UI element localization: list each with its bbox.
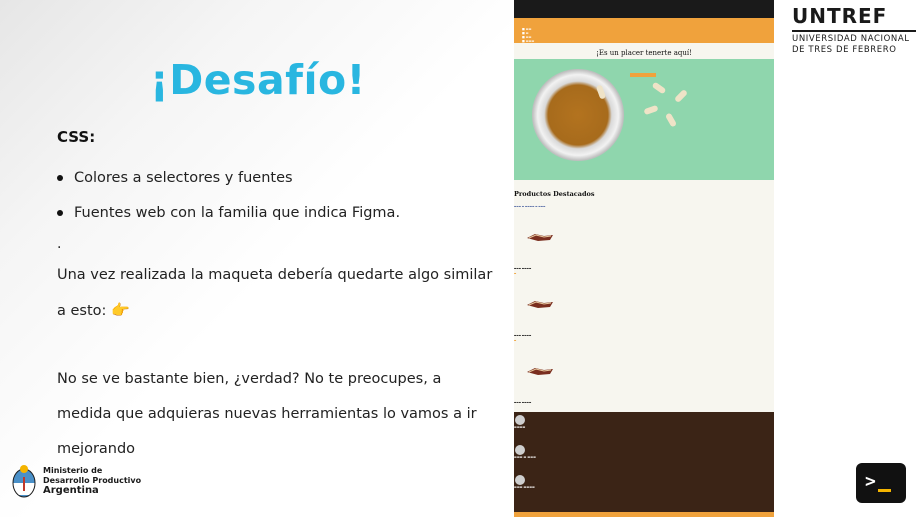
pointing-hand-icon: 👉 [111,301,130,319]
mockup-product: ▬▬▬ ▬▬▬▬ ▬ [514,212,774,279]
ministry-line: Ministerio de [43,466,103,475]
bullet-item: Colores a selectores y fuentes [57,160,400,195]
email-icon [515,475,525,485]
paragraph-instructions: Una vez realizada la maqueta debería que… [57,258,497,329]
paragraph-encouragement: No se ve bastante bien, ¿verdad? No te p… [57,371,477,457]
mockup-footer-label: ▬▬▬ ▬▬▬▬ [514,485,535,489]
untref-subtitle-line: UNIVERSIDAD NACIONAL [792,34,910,44]
terminal-icon: > [856,463,906,503]
mockup-featured-title: Productos Destacados [514,190,595,198]
location-icon [515,415,525,425]
dog-food-bowl-image [532,69,624,161]
website-mockup-screenshot: ■ ▬▬ ■ ▬ ■ ▬▬ ■ ▬▬▬ ¡Es un placer tenert… [514,0,774,517]
ministry-country: Argentina [43,485,99,496]
untref-logo: UNTREF UNIVERSIDAD NACIONAL DE TRES DE F… [792,4,916,56]
untref-subtitle-line: DE TRES DE FEBRERO [792,45,897,55]
argentina-coat-of-arms-icon [12,465,36,498]
mockup-navbar: ■ ▬▬ ■ ▬ ■ ▬▬ ■ ▬▬▬ [514,18,774,43]
mockup-product-name: ▬▬▬ ▬▬▬▬ [514,401,532,404]
meat-snack-image [527,368,553,375]
mockup-hero-image [514,59,774,180]
mockup-breadcrumb: ▬▬▬ ▬ ▬▬▬▬ ▬ ▬▬▬ [514,205,546,208]
ministry-text: Ministerio de Desarrollo Productivo Arge… [43,466,141,496]
mockup-product: ▬▬▬ ▬▬▬▬ ▬ [514,279,774,346]
untref-divider [792,30,916,32]
bullet-item: Fuentes web con la familia que indica Fi… [57,195,400,230]
mockup-product-price: ▬ [514,339,517,342]
separator-text: . [57,236,62,252]
ministry-logo: Ministerio de Desarrollo Productivo Arge… [11,463,141,499]
bullet-text: Colores a selectores y fuentes [74,169,293,186]
mockup-welcome-text: ¡Es un placer tenerte aquí! [596,49,692,57]
bone-treat-image [651,81,667,95]
mockup-product-list: ▬▬▬ ▬▬▬▬ ▬ ▬▬▬ ▬▬▬▬ ▬ ▬▬▬ ▬▬▬▬ [514,212,774,412]
untref-subtitle: UNIVERSIDAD NACIONAL DE TRES DE FEBRERO [792,34,916,56]
bullet-text: Fuentes web con la familia que indica Fi… [74,204,401,221]
cursor-underscore-icon [878,489,891,492]
bullet-dot-icon [57,174,63,181]
mockup-hero-button [630,73,656,77]
mockup-topbar [514,0,774,18]
untref-name: UNTREF [792,4,888,28]
mockup-footer-item: ▬▬▬ ▬▬▬▬ [514,475,535,489]
mockup-product: ▬▬▬ ▬▬▬▬ [514,346,774,413]
bullet-dot-icon [57,209,63,216]
mockup-product-price: ▬ [514,272,517,275]
mockup-footer-label: ▬▬▬ ▬ ▬▬▬ [514,455,536,459]
phone-icon [515,445,525,455]
bone-treat-image [664,112,678,128]
mockup-nav-list: ■ ▬▬ ■ ▬ ■ ▬▬ ■ ▬▬▬ [522,27,534,43]
meat-snack-image [527,234,553,241]
slide-title: ¡Desafío! [150,56,366,104]
mockup-footer-item: ▬▬▬▬ [514,415,525,429]
meat-snack-image [527,301,553,308]
prompt-chevron-icon: > [865,471,876,492]
mockup-product-name: ▬▬▬ ▬▬▬▬ [514,267,532,270]
bone-treat-image [673,88,689,104]
bone-treat-image [643,104,659,116]
mockup-product-name: ▬▬▬ ▬▬▬▬ [514,334,532,337]
bullet-list: Colores a selectores y fuentes Fuentes w… [57,160,400,230]
mockup-footer: ▬▬▬▬ ▬▬▬ ▬ ▬▬▬ ▬▬▬ ▬▬▬▬ [514,412,774,517]
section-label: CSS: [57,128,96,146]
mockup-nav-item: ■ ▬▬▬ [522,39,535,43]
mockup-footer-item: ▬▬▬ ▬ ▬▬▬ [514,445,536,459]
mockup-footer-bar [514,512,774,517]
mockup-footer-label: ▬▬▬▬ [514,425,526,429]
